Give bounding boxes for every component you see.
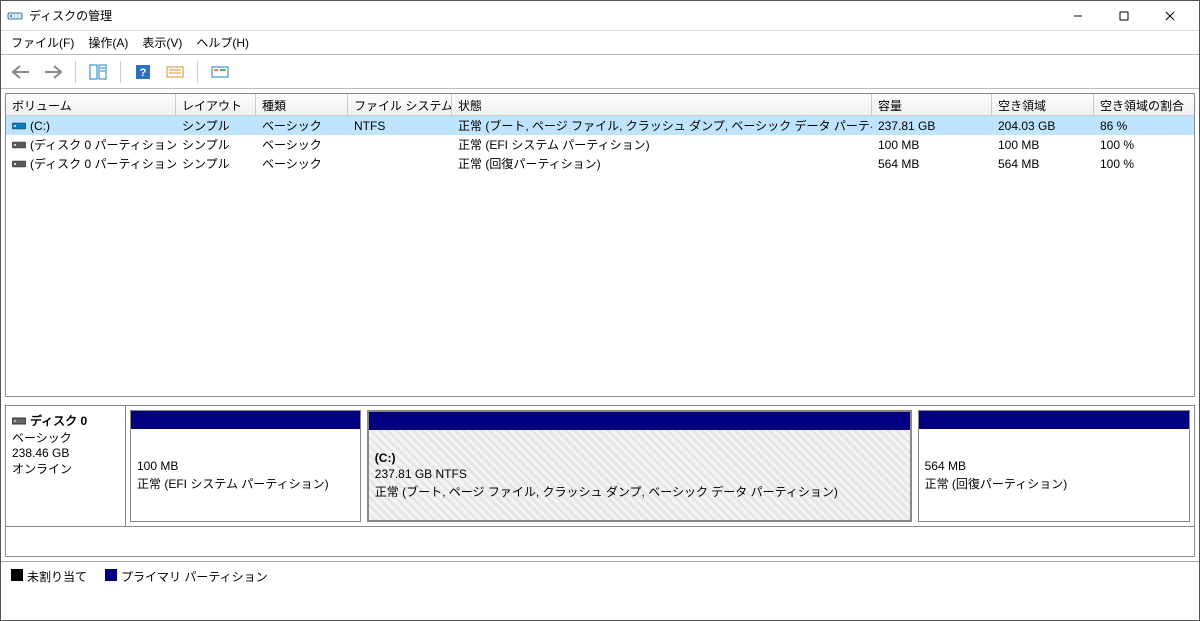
- cell-layout: シンプル: [176, 154, 256, 173]
- partition-status: 正常 (ブート, ページ ファイル, クラッシュ ダンプ, ベーシック データ …: [375, 483, 904, 500]
- drive-icon: [12, 158, 26, 170]
- svg-text:?: ?: [140, 67, 147, 79]
- volume-row[interactable]: (ディスク 0 パーティション 4)シンプルベーシック 正常 (回復パーティション…: [6, 154, 1194, 173]
- legend: 未割り当て プライマリ パーティション: [1, 561, 1199, 591]
- cell-type: ベーシック: [256, 116, 348, 135]
- toolbar: ?: [1, 55, 1199, 89]
- disk-icon: [12, 414, 26, 428]
- disk-kind: ベーシック: [12, 429, 119, 446]
- volume-list: ボリューム レイアウト 種類 ファイル システム 状態 容量 空き領域 空き領域…: [5, 93, 1195, 397]
- toolbar-separator-3: [197, 61, 198, 83]
- col-layout[interactable]: レイアウト: [176, 94, 256, 115]
- cell-layout: シンプル: [176, 135, 256, 154]
- col-capacity[interactable]: 容量: [872, 94, 992, 115]
- partition-size: 564 MB: [925, 459, 1183, 473]
- show-hide-tree-button[interactable]: [84, 59, 112, 85]
- col-volume[interactable]: ボリューム: [6, 94, 176, 115]
- column-headers: ボリューム レイアウト 種類 ファイル システム 状態 容量 空き領域 空き領域…: [6, 94, 1194, 116]
- drive-icon: [12, 139, 26, 151]
- cell-pct: 100 %: [1094, 156, 1194, 172]
- col-free[interactable]: 空き領域: [992, 94, 1094, 115]
- partition[interactable]: (C:) 237.81 GB NTFS 正常 (ブート, ページ ファイル, クラッ…: [367, 410, 912, 522]
- disk-map: ディスク 0 ベーシック 238.46 GB オンライン 100 MB 正常 (E…: [5, 405, 1195, 557]
- menubar: ファイル(F) 操作(A) 表示(V) ヘルプ(H): [1, 31, 1199, 55]
- drive-icon: [12, 120, 26, 132]
- cell-fs: [348, 144, 452, 146]
- volume-row[interactable]: (ディスク 0 パーティション 1)シンプルベーシック 正常 (EFI システム …: [6, 135, 1194, 154]
- partition-status: 正常 (回復パーティション): [925, 475, 1183, 492]
- volume-name: (C:): [30, 119, 50, 133]
- cell-free: 564 MB: [992, 156, 1094, 172]
- disk-row: ディスク 0 ベーシック 238.46 GB オンライン 100 MB 正常 (E…: [6, 406, 1194, 526]
- menu-help[interactable]: ヘルプ(H): [196, 34, 249, 51]
- settings-button[interactable]: [161, 59, 189, 85]
- partition[interactable]: 564 MB 正常 (回復パーティション): [918, 410, 1190, 522]
- view-options-button[interactable]: [206, 59, 234, 85]
- partition-header: [919, 411, 1189, 429]
- cell-status: 正常 (回復パーティション): [452, 154, 872, 173]
- disk-state: オンライン: [12, 460, 119, 477]
- primary-swatch-icon: [105, 569, 117, 581]
- disk-info[interactable]: ディスク 0 ベーシック 238.46 GB オンライン: [6, 406, 126, 526]
- legend-unallocated: 未割り当て: [11, 568, 87, 585]
- cell-status: 正常 (ブート, ページ ファイル, クラッシュ ダンプ, ベーシック データ …: [452, 116, 872, 135]
- disk-map-empty: [6, 526, 1194, 556]
- cell-free: 100 MB: [992, 137, 1094, 153]
- menu-view[interactable]: 表示(V): [142, 34, 182, 51]
- disk-title: ディスク 0: [30, 412, 87, 429]
- volume-list-body[interactable]: (C:)シンプルベーシックNTFS正常 (ブート, ページ ファイル, クラッシ…: [6, 116, 1194, 396]
- menu-file[interactable]: ファイル(F): [11, 34, 74, 51]
- volume-row[interactable]: (C:) シンプルベーシックNTFS正常 (ブート, ページ ファイル, クラッシ…: [6, 116, 1194, 135]
- cell-cap: 237.81 GB: [872, 118, 992, 134]
- cell-status: 正常 (EFI システム パーティション): [452, 135, 872, 154]
- close-button[interactable]: [1147, 2, 1193, 30]
- window-title: ディスクの管理: [29, 7, 1055, 24]
- partition-size: 100 MB: [137, 459, 354, 473]
- cell-fs: NTFS: [348, 118, 452, 134]
- col-type[interactable]: 種類: [256, 94, 348, 115]
- menu-action[interactable]: 操作(A): [88, 34, 128, 51]
- toolbar-separator-2: [120, 61, 121, 83]
- col-filesystem[interactable]: ファイル システム: [348, 94, 452, 115]
- unallocated-swatch-icon: [11, 569, 23, 581]
- col-pct[interactable]: 空き領域の割合: [1094, 94, 1194, 115]
- cell-layout: シンプル: [176, 116, 256, 135]
- partition-status: 正常 (EFI システム パーティション): [137, 475, 354, 492]
- cell-free: 204.03 GB: [992, 118, 1094, 134]
- cell-cap: 100 MB: [872, 137, 992, 153]
- help-button[interactable]: ?: [129, 59, 157, 85]
- toolbar-separator: [75, 61, 76, 83]
- partition-size: 237.81 GB NTFS: [375, 467, 904, 481]
- legend-primary: プライマリ パーティション: [105, 568, 268, 585]
- cell-pct: 100 %: [1094, 137, 1194, 153]
- back-button[interactable]: [7, 59, 35, 85]
- disk-size: 238.46 GB: [12, 446, 119, 460]
- maximize-button[interactable]: [1101, 2, 1147, 30]
- window-controls: [1055, 2, 1193, 30]
- col-status[interactable]: 状態: [452, 94, 872, 115]
- disk-management-window: ディスクの管理 ファイル(F) 操作(A) 表示(V) ヘルプ(H): [0, 0, 1200, 621]
- partition-area: 100 MB 正常 (EFI システム パーティション) (C:) 237.81 GB…: [126, 406, 1194, 526]
- app-icon: [7, 8, 23, 24]
- titlebar: ディスクの管理: [1, 1, 1199, 31]
- partition-header: [131, 411, 360, 429]
- volume-name: (ディスク 0 パーティション 4): [30, 155, 176, 172]
- forward-button[interactable]: [39, 59, 67, 85]
- partition-name: (C:): [375, 451, 904, 465]
- cell-cap: 564 MB: [872, 156, 992, 172]
- cell-fs: [348, 163, 452, 165]
- cell-pct: 86 %: [1094, 118, 1194, 134]
- partition[interactable]: 100 MB 正常 (EFI システム パーティション): [130, 410, 361, 522]
- cell-type: ベーシック: [256, 135, 348, 154]
- minimize-button[interactable]: [1055, 2, 1101, 30]
- cell-type: ベーシック: [256, 154, 348, 173]
- partition-header: [369, 412, 910, 430]
- volume-name: (ディスク 0 パーティション 1): [30, 136, 176, 153]
